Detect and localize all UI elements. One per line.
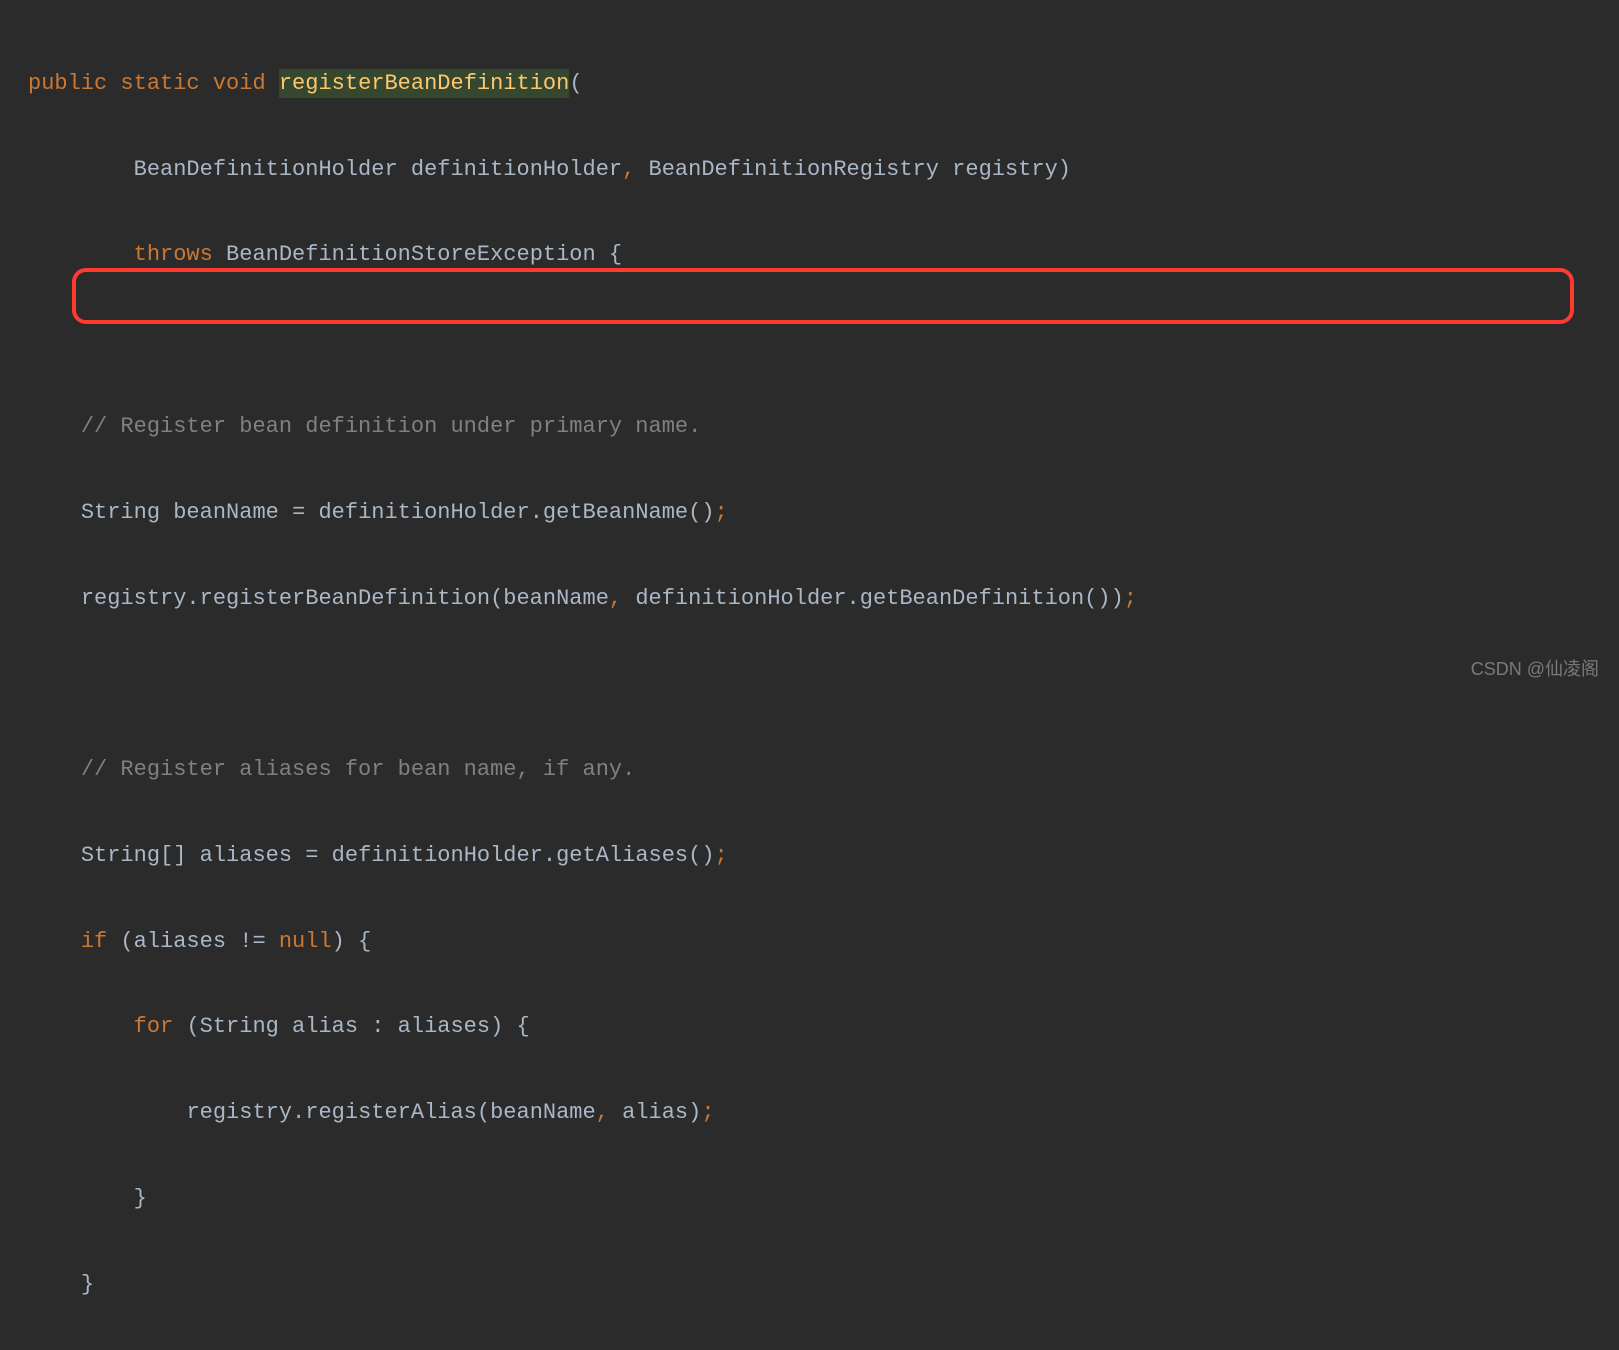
indent [28, 1100, 186, 1125]
keyword-static: static [120, 71, 199, 96]
semicolon: ; [701, 1100, 714, 1125]
code-line: registry.registerAlias(beanName, alias); [28, 1092, 1619, 1135]
comma: , [596, 1100, 609, 1125]
indent [28, 157, 134, 182]
code-line: } [28, 1178, 1619, 1221]
exception-type: BeanDefinitionStoreException [226, 242, 596, 267]
indent [28, 1014, 134, 1039]
code-line: } [28, 1264, 1619, 1307]
indent [28, 586, 81, 611]
indent [28, 500, 81, 525]
indent [28, 757, 81, 782]
code-line: BeanDefinitionHolder definitionHolder, B… [28, 149, 1619, 192]
indent [28, 1186, 134, 1211]
semicolon: ; [1124, 586, 1137, 611]
type-name: BeanDefinitionRegistry [649, 157, 939, 182]
type-name: String [81, 500, 160, 525]
comment: // Register aliases for bean name, if an… [81, 757, 636, 782]
code-line: throws BeanDefinitionStoreException { [28, 234, 1619, 277]
loop-condition: (String alias : aliases) { [186, 1014, 529, 1039]
type-name: String[] [81, 843, 187, 868]
comment: // Register bean definition under primar… [81, 414, 702, 439]
keyword-public: public [28, 71, 107, 96]
keyword-null: null [279, 929, 332, 954]
keyword-throws: throws [134, 242, 213, 267]
code-line: // Register bean definition under primar… [28, 406, 1619, 449]
brace: } [134, 1186, 147, 1211]
indent [28, 929, 81, 954]
brace: { [609, 242, 622, 267]
brace: } [81, 1272, 94, 1297]
operator: = [305, 843, 318, 868]
keyword-for: for [134, 1014, 174, 1039]
expression: registry.registerAlias(beanName [186, 1100, 595, 1125]
type-name: BeanDefinitionHolder [134, 157, 398, 182]
comma: , [609, 586, 622, 611]
semicolon: ; [715, 843, 728, 868]
code-line: // Register aliases for bean name, if an… [28, 749, 1619, 792]
code-line: for (String alias : aliases) { [28, 1006, 1619, 1049]
code-line-blank [28, 320, 1619, 363]
code-line: if (aliases != null) { [28, 921, 1619, 964]
indent [28, 1272, 81, 1297]
expression: alias) [622, 1100, 701, 1125]
condition-end: ) { [332, 929, 372, 954]
indent [28, 843, 81, 868]
paren: ( [569, 71, 582, 96]
semicolon: ; [715, 500, 728, 525]
expression: definitionHolder.getAliases() [332, 843, 715, 868]
code-line-highlighted: registry.registerBeanDefinition(beanName… [28, 578, 1619, 621]
indent [28, 242, 134, 267]
comma: , [622, 157, 635, 182]
code-editor[interactable]: public static void registerBeanDefinitio… [0, 20, 1619, 1350]
method-name-highlighted: registerBeanDefinition [279, 69, 569, 98]
watermark-text: CSDN @仙凌阁 [1471, 652, 1599, 687]
keyword-void: void [213, 71, 266, 96]
expression: definitionHolder.getBeanDefinition()) [635, 586, 1123, 611]
code-line: String[] aliases = definitionHolder.getA… [28, 835, 1619, 878]
var-name: aliases [200, 843, 292, 868]
paren: ) [1058, 157, 1071, 182]
code-line-blank [28, 663, 1619, 706]
operator: = [292, 500, 305, 525]
code-line: public static void registerBeanDefinitio… [28, 63, 1619, 106]
condition: (aliases != [120, 929, 265, 954]
param-name: registry [952, 157, 1058, 182]
expression: definitionHolder.getBeanName() [318, 500, 714, 525]
keyword-if: if [81, 929, 107, 954]
param-name: definitionHolder [411, 157, 622, 182]
var-name: beanName [173, 500, 279, 525]
code-line: String beanName = definitionHolder.getBe… [28, 492, 1619, 535]
indent [28, 414, 81, 439]
expression: registry.registerBeanDefinition(beanName [81, 586, 609, 611]
